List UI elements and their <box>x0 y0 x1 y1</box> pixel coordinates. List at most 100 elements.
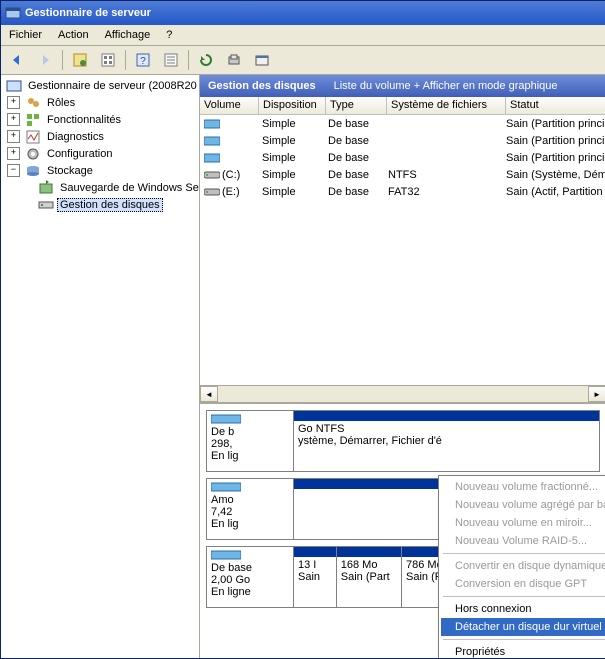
expand-icon[interactable]: + <box>7 130 20 143</box>
disk-icon <box>211 482 241 492</box>
scroll-left-arrow[interactable]: ◄ <box>200 386 218 402</box>
disk-info-line: De base <box>211 562 289 574</box>
disk-info-line: De b <box>211 426 289 438</box>
help-button[interactable]: ? <box>130 47 156 73</box>
volume-list: Volume Disposition Type Système de fichi… <box>200 97 605 403</box>
column-headers: Volume Disposition Type Système de fichi… <box>200 97 605 115</box>
disk-info: De b298,En lig <box>207 411 294 471</box>
tree-root[interactable]: Gestionnaire de serveur (2008R20 <box>1 77 199 94</box>
app-window: Gestionnaire de serveur Fichier Action A… <box>0 0 605 659</box>
toolbar-separator <box>125 50 126 70</box>
features-icon <box>25 112 41 128</box>
col-type[interactable]: Type <box>326 97 387 115</box>
storage-icon <box>25 163 41 179</box>
back-button[interactable] <box>4 47 30 73</box>
disk-icon <box>211 550 241 560</box>
tb-icon-4[interactable] <box>221 47 247 73</box>
volume-row[interactable]: (E:)SimpleDe baseFAT32Sain (Actif, Parti… <box>200 183 605 200</box>
tree-root-label: Gestionnaire de serveur (2008R20 <box>25 79 200 93</box>
content-title: Gestion des disques <box>208 80 316 92</box>
volume-row[interactable]: SimpleDe baseSain (Partition principale) <box>200 149 605 166</box>
svg-text:?: ? <box>140 56 146 67</box>
disk-info-line: Amo <box>211 494 289 506</box>
expand-icon[interactable]: + <box>7 113 20 126</box>
tree-sauvegarde[interactable]: Sauvegarde de Windows Se <box>1 179 199 196</box>
partition[interactable]: Go NTFSystème, Démarrer, Fichier d'é <box>294 411 599 471</box>
context-menu-item[interactable]: Détacher un disque dur virtuel <box>441 618 605 636</box>
expand-icon[interactable]: + <box>7 96 20 109</box>
server-icon <box>6 78 22 94</box>
scroll-track[interactable] <box>218 386 588 402</box>
forward-button[interactable] <box>32 47 58 73</box>
disk-info-line: En ligne <box>211 586 289 598</box>
partition[interactable]: 13 ISain <box>294 547 336 607</box>
disk-info: De base2,00 GoEn ligne <box>207 547 294 607</box>
tree-pane: Gestionnaire de serveur (2008R20 + Rôles… <box>1 75 200 658</box>
tree-label: Sauvegarde de Windows Se <box>57 181 200 195</box>
expand-icon[interactable]: + <box>7 147 20 160</box>
backup-icon <box>38 180 54 196</box>
context-menu[interactable]: Nouveau volume fractionné...Nouveau volu… <box>438 475 605 659</box>
volume-rows: SimpleDe baseSain (Partition principale)… <box>200 115 605 385</box>
tb-icon-1[interactable] <box>67 47 93 73</box>
gear-icon <box>25 146 41 162</box>
menu-help[interactable]: ? <box>158 25 180 45</box>
partition-stripe <box>294 547 336 557</box>
nav-tree[interactable]: Gestionnaire de serveur (2008R20 + Rôles… <box>1 75 199 215</box>
disk-info-line: 2,00 Go <box>211 574 289 586</box>
col-statut[interactable]: Statut <box>506 97 605 115</box>
partition-stripe <box>294 411 599 421</box>
tree-roles[interactable]: + Rôles <box>1 94 199 111</box>
partition-line: 13 I <box>298 559 332 571</box>
menu-affichage[interactable]: Affichage <box>97 25 159 45</box>
context-menu-item: Conversion en disque GPT <box>441 575 605 593</box>
menu-action[interactable]: Action <box>50 25 97 45</box>
content-subtitle: Liste du volume + Afficher en mode graph… <box>334 80 558 92</box>
partition-container: Go NTFSystème, Démarrer, Fichier d'é <box>294 411 599 471</box>
tree-configuration[interactable]: + Configuration <box>1 145 199 162</box>
disk-info-line: En lig <box>211 518 289 530</box>
context-menu-item: Nouveau volume en miroir... <box>441 514 605 532</box>
col-fs[interactable]: Système de fichiers <box>387 97 506 115</box>
context-menu-item[interactable]: Hors connexion <box>441 600 605 618</box>
col-volume[interactable]: Volume <box>200 97 259 115</box>
refresh-button[interactable] <box>193 47 219 73</box>
tb-icon-3[interactable] <box>158 47 184 73</box>
tree-gestion-disques[interactable]: Gestion des disques <box>1 196 199 213</box>
collapse-icon[interactable]: − <box>7 164 20 177</box>
volume-icon <box>204 119 220 129</box>
menubar: Fichier Action Affichage ? <box>1 25 605 46</box>
disk-info-line: En lig <box>211 450 289 462</box>
diagnostics-icon <box>25 129 41 145</box>
menu-fichier[interactable]: Fichier <box>1 25 50 45</box>
tree-label: Gestion des disques <box>57 198 163 212</box>
partition[interactable]: 168 MoSain (Part <box>336 547 401 607</box>
volume-row[interactable]: SimpleDe baseSain (Partition principale) <box>200 132 605 149</box>
toolbar-separator <box>188 50 189 70</box>
content-header: Gestion des disques Liste du volume + Af… <box>200 75 605 97</box>
context-menu-item: Convertir en disque dynamique... <box>441 557 605 575</box>
toolbar: ? <box>1 46 605 75</box>
menu-separator <box>443 596 605 597</box>
horizontal-scrollbar[interactable]: ◄ ► <box>200 385 605 402</box>
volume-icon <box>204 153 220 163</box>
tree-fonctionnalites[interactable]: + Fonctionnalités <box>1 111 199 128</box>
tree-stockage[interactable]: − Stockage <box>1 162 199 179</box>
tb-icon-5[interactable] <box>249 47 275 73</box>
tree-label: Fonctionnalités <box>44 113 124 127</box>
col-disposition[interactable]: Disposition <box>259 97 326 115</box>
roles-icon <box>25 95 41 111</box>
disk-block[interactable]: De b298,En ligGo NTFSystème, Démarrer, F… <box>206 410 600 472</box>
volume-row[interactable]: SimpleDe baseSain (Partition principale) <box>200 115 605 132</box>
tree-diagnostics[interactable]: + Diagnostics <box>1 128 199 145</box>
tree-label: Configuration <box>44 147 115 161</box>
tb-icon-2[interactable] <box>95 47 121 73</box>
partition-stripe <box>337 547 401 557</box>
scroll-right-arrow[interactable]: ► <box>588 386 605 402</box>
volume-icon <box>204 187 220 197</box>
volume-icon <box>204 170 220 180</box>
app-icon <box>5 5 21 21</box>
volume-row[interactable]: (C:)SimpleDe baseNTFSSain (Système, Déma… <box>200 166 605 183</box>
disk-info-line: 298, <box>211 438 289 450</box>
partition-line: Go NTFS <box>298 423 595 435</box>
